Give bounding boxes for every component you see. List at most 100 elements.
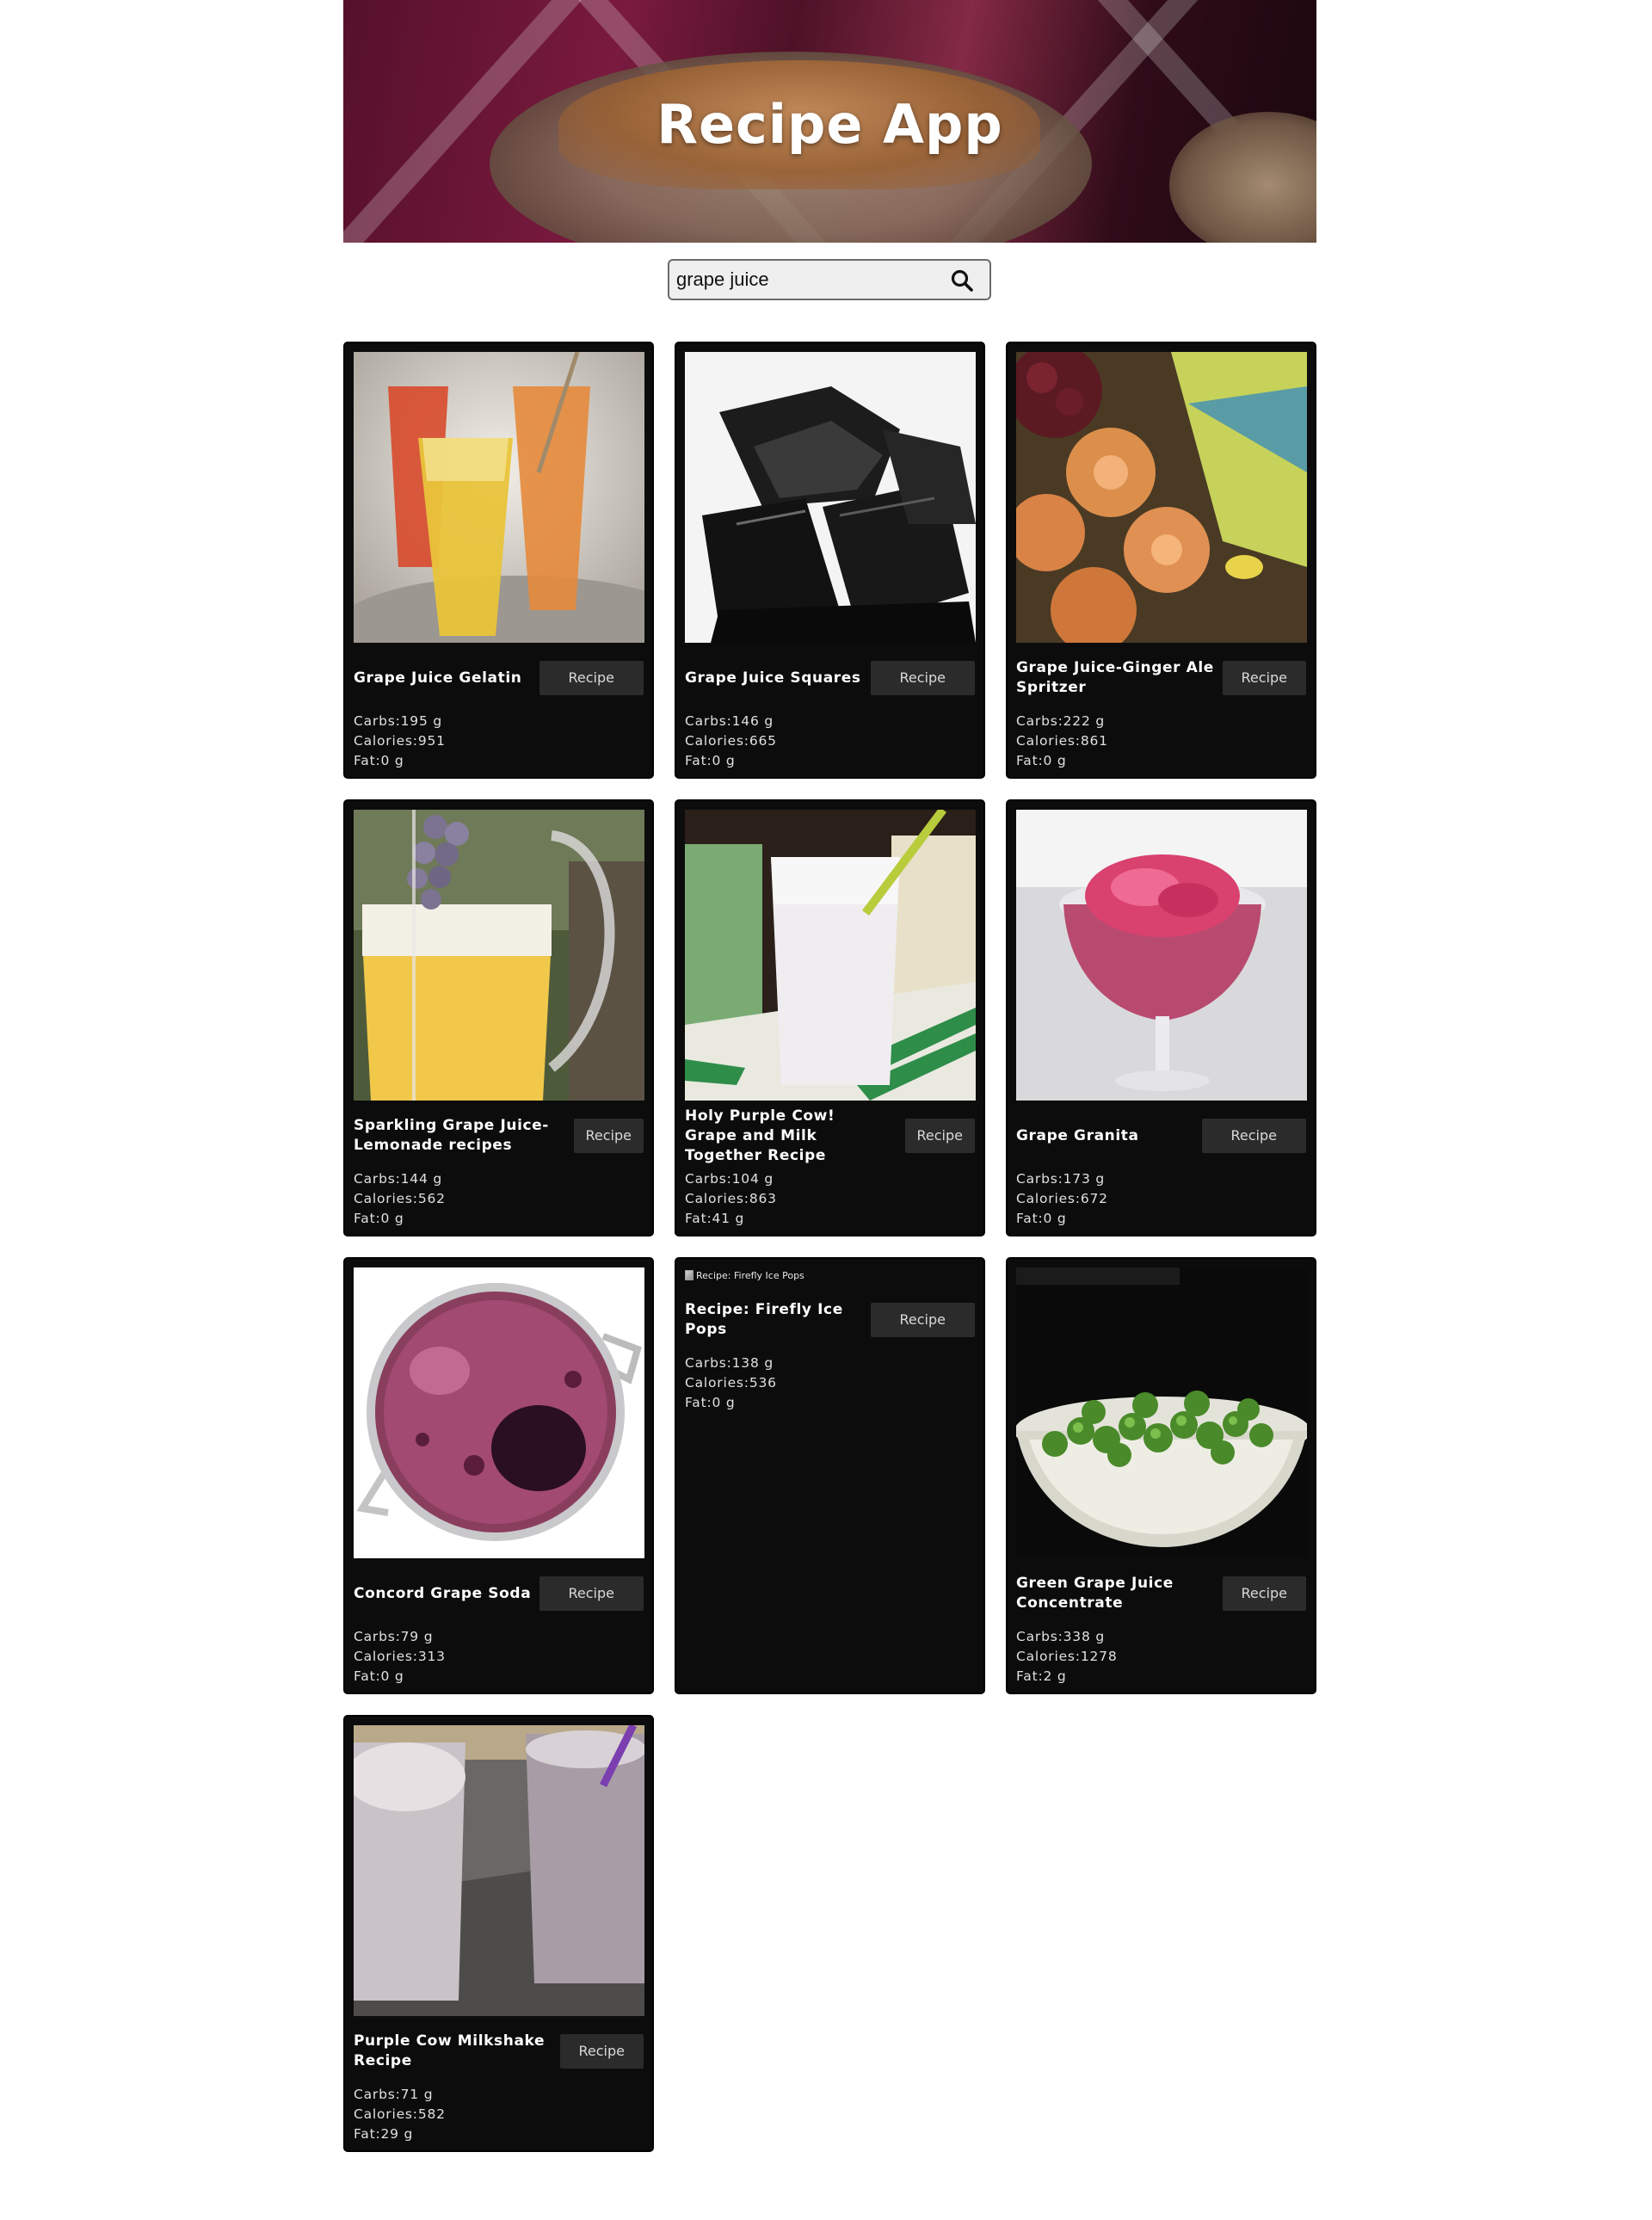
recipe-title: Green Grape Juice Concentrate: [1016, 1575, 1174, 1612]
recipe-title: Concord Grape Soda: [354, 1584, 532, 1602]
calories-value: 665: [749, 733, 777, 749]
recipe-title: Recipe: Firefly Ice Pops: [685, 1301, 843, 1338]
recipe-card: Sparkling Grape Juice-Lemonade recipes R…: [343, 799, 654, 1236]
carbs-value: 79 g: [400, 1629, 434, 1644]
fat-label: Fat:: [354, 2126, 381, 2142]
carbs-label: Carbs:: [1016, 1629, 1063, 1644]
recipe-card-header: Grape Granita Recipe: [1016, 1109, 1306, 1162]
calories-label: Calories:: [354, 1191, 418, 1206]
recipe-button[interactable]: Recipe: [539, 1576, 644, 1611]
recipe-card: Concord Grape Soda Recipe Carbs:79 g Cal…: [343, 1257, 654, 1694]
nutrition-info: Carbs:173 g Calories:672 Fat:0 g: [1016, 1169, 1108, 1229]
recipe-button[interactable]: Recipe: [1222, 1576, 1306, 1611]
search-input[interactable]: [676, 266, 934, 293]
carbs-label: Carbs:: [354, 1171, 401, 1187]
recipe-button[interactable]: Recipe: [904, 1119, 975, 1153]
fat-label: Fat:: [354, 1211, 381, 1226]
calories-value: 582: [417, 2106, 446, 2122]
recipe-card-header: Green Grape Juice Concentrate Recipe: [1016, 1567, 1306, 1620]
fat-value: 29 g: [380, 2126, 414, 2142]
recipe-card: Grape Granita Recipe Carbs:173 g Calorie…: [1006, 799, 1316, 1236]
carbs-value: 146 g: [731, 713, 774, 729]
recipe-button[interactable]: Recipe: [539, 661, 644, 695]
carbs-label: Carbs:: [354, 2087, 401, 2102]
search-icon: [951, 269, 973, 292]
recipe-title: Grape Granita: [1016, 1126, 1139, 1144]
calories-label: Calories:: [1016, 1649, 1081, 1664]
recipe-title: Grape Juice-Ginger Ale Spritzer: [1016, 659, 1214, 696]
calories-value: 863: [749, 1191, 777, 1206]
recipe-image: [1016, 1267, 1307, 1558]
fat-label: Fat:: [685, 1395, 712, 1410]
calories-label: Calories:: [685, 733, 749, 749]
carbs-label: Carbs:: [685, 713, 732, 729]
carbs-label: Carbs:: [354, 1629, 401, 1644]
fat-label: Fat:: [1016, 1211, 1044, 1226]
recipe-card: Grape Juice-Ginger Ale Spritzer Recipe C…: [1006, 342, 1316, 779]
page: Recipe App grape juice Grape Juice Gelat…: [343, 0, 1316, 2152]
search-button[interactable]: [950, 268, 974, 293]
carbs-label: Carbs:: [685, 1355, 732, 1371]
recipe-image: [1016, 810, 1307, 1101]
carbs-value: 71 g: [400, 2087, 434, 2102]
recipe-image: [685, 352, 976, 643]
calories-label: Calories:: [1016, 733, 1081, 749]
image-alt-text: Recipe: Firefly Ice Pops: [696, 1269, 804, 1281]
recipe-card: Grape Juice Squares Recipe Carbs:146 g C…: [675, 342, 985, 779]
recipe-card-header: Purple Cow Milkshake Recipe Recipe: [354, 2025, 644, 2078]
recipe-button[interactable]: Recipe: [559, 2034, 644, 2069]
calories-label: Calories:: [685, 1191, 749, 1206]
fat-value: 41 g: [712, 1211, 745, 1226]
nutrition-info: Carbs:104 g Calories:863 Fat:41 g: [685, 1169, 777, 1229]
recipe-button[interactable]: Recipe: [1222, 661, 1306, 695]
recipe-title: Grape Juice Gelatin: [354, 669, 522, 687]
nutrition-info: Carbs:71 g Calories:582 Fat:29 g: [354, 2085, 446, 2144]
carbs-value: 338 g: [1063, 1629, 1105, 1644]
calories-value: 861: [1080, 733, 1108, 749]
calories-label: Calories:: [354, 2106, 418, 2122]
fat-label: Fat:: [354, 1668, 381, 1684]
carbs-value: 104 g: [731, 1171, 774, 1187]
search-bar: [668, 259, 991, 300]
carbs-value: 222 g: [1063, 713, 1105, 729]
nutrition-info: Carbs:144 g Calories:562 Fat:0 g: [354, 1169, 446, 1229]
calories-value: 951: [417, 733, 446, 749]
fat-value: 0 g: [380, 1211, 404, 1226]
nutrition-info: Carbs:195 g Calories:951 Fat:0 g: [354, 712, 446, 771]
recipe-title: Sparkling Grape Juice-Lemonade recipes: [354, 1117, 549, 1154]
broken-image: Recipe: Firefly Ice Pops: [685, 1267, 804, 1283]
recipe-card: Green Grape Juice Concentrate Recipe Car…: [1006, 1257, 1316, 1694]
recipe-card: Holy Purple Cow! Grape and Milk Together…: [675, 799, 985, 1236]
carbs-value: 144 g: [400, 1171, 442, 1187]
recipe-card-header: Holy Purple Cow! Grape and Milk Together…: [685, 1107, 975, 1164]
calories-label: Calories:: [1016, 1191, 1081, 1206]
recipe-card-header: Grape Juice Squares Recipe: [685, 651, 975, 705]
carbs-label: Carbs:: [1016, 1171, 1063, 1187]
recipe-card: Recipe: Firefly Ice Pops Recipe: Firefly…: [675, 1257, 985, 1694]
fat-label: Fat:: [685, 1211, 712, 1226]
recipe-button[interactable]: Recipe: [870, 661, 975, 695]
recipe-button[interactable]: Recipe: [1201, 1119, 1306, 1153]
recipe-title: Grape Juice Squares: [685, 669, 861, 687]
calories-value: 1278: [1080, 1649, 1118, 1664]
hero-banner: Recipe App: [343, 0, 1316, 243]
recipe-image: [354, 810, 644, 1101]
calories-value: 536: [749, 1375, 777, 1391]
app-title: Recipe App: [656, 93, 1003, 156]
calories-value: 562: [417, 1191, 446, 1206]
fat-label: Fat:: [1016, 1668, 1044, 1684]
calories-value: 313: [417, 1649, 446, 1664]
recipe-image: [354, 352, 644, 643]
recipe-card-header: Grape Juice-Ginger Ale Spritzer Recipe: [1016, 651, 1306, 705]
recipe-image: [354, 1725, 644, 2016]
recipe-button[interactable]: Recipe: [870, 1303, 975, 1337]
recipe-card-header: Sparkling Grape Juice-Lemonade recipes R…: [354, 1109, 644, 1162]
fat-value: 0 g: [380, 753, 404, 768]
fat-label: Fat:: [685, 753, 712, 768]
fat-label: Fat:: [354, 753, 381, 768]
fat-value: 2 g: [1043, 1668, 1067, 1684]
fat-value: 0 g: [1043, 753, 1067, 768]
nutrition-info: Carbs:79 g Calories:313 Fat:0 g: [354, 1627, 446, 1687]
broken-image-icon: [685, 1270, 693, 1280]
recipe-button[interactable]: Recipe: [573, 1119, 644, 1153]
